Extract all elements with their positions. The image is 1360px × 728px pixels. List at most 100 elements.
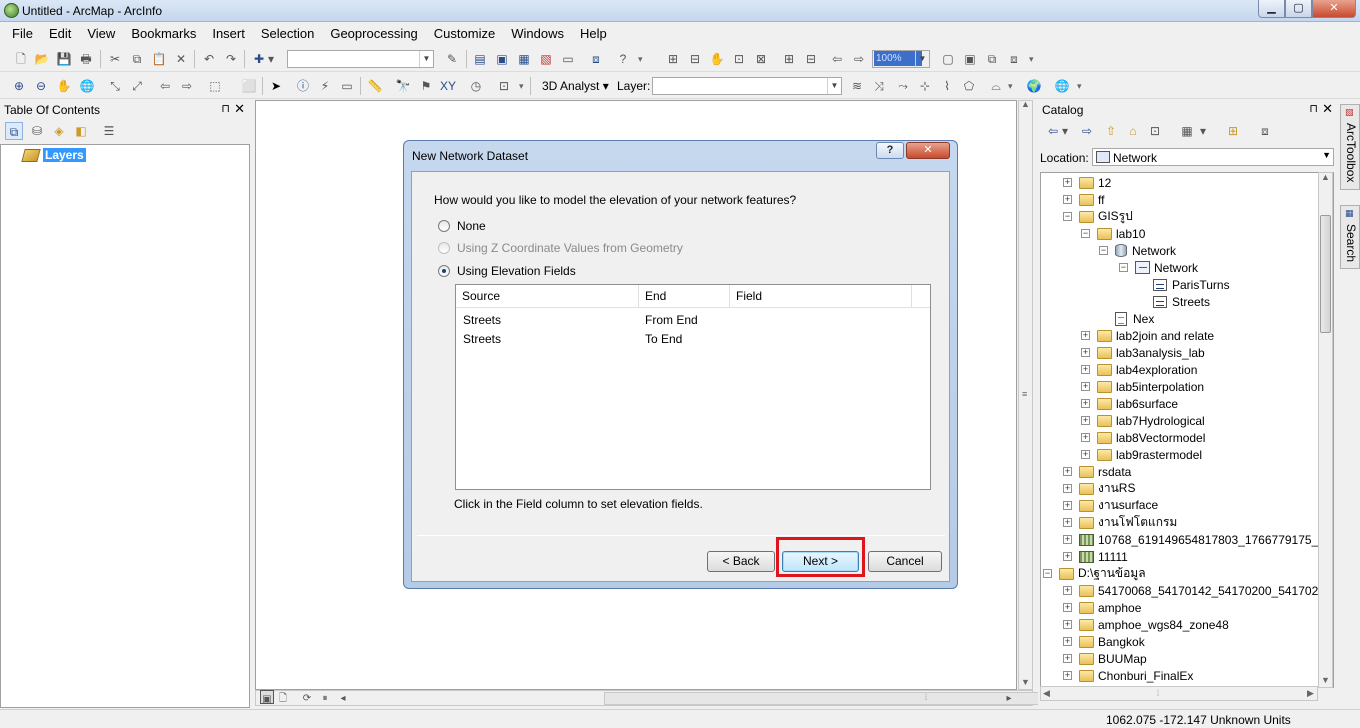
select-elements-icon[interactable]: ➤: [267, 77, 285, 95]
tree-expander[interactable]: +: [1081, 433, 1090, 442]
interpolate-point-icon[interactable]: ⊹: [916, 77, 934, 95]
time-slider-icon[interactable]: ◷: [467, 77, 485, 95]
menu-help[interactable]: Help: [572, 23, 615, 45]
measure-icon[interactable]: 📏: [366, 77, 384, 95]
catalog-tree-item[interactable]: Chonburi_FinalEx: [1079, 667, 1193, 684]
add-data-dropdown-icon[interactable]: ▾: [266, 50, 276, 68]
close-button[interactable]: ✕: [1312, 0, 1356, 18]
list-by-drawing-order-icon[interactable]: ⧉: [5, 122, 23, 140]
open-folder-icon[interactable]: 📂: [33, 50, 51, 68]
print-icon[interactable]: 🖶: [77, 50, 95, 68]
tree-expander[interactable]: +: [1063, 654, 1072, 663]
toc-pin-icon[interactable]: ⊓: [221, 102, 230, 115]
catalog-scroll-thumb[interactable]: [1320, 215, 1331, 333]
tree-expander[interactable]: +: [1063, 586, 1072, 595]
data-driven-pages-icon[interactable]: ⧈: [1005, 50, 1023, 68]
row1-field[interactable]: [736, 313, 886, 327]
catalog-tree-item[interactable]: amphoe_wgs84_zone48: [1079, 616, 1229, 633]
hyperlink-icon[interactable]: ⚡: [316, 77, 334, 95]
tree-expander[interactable]: −: [1043, 569, 1052, 578]
layers-data-frame[interactable]: Layers: [21, 148, 86, 162]
row1-end[interactable]: From End: [645, 313, 698, 327]
go-to-xy-icon[interactable]: XY: [439, 77, 457, 95]
catalog-vertical-scrollbar[interactable]: ▲ ▼: [1318, 172, 1333, 688]
tree-expander[interactable]: +: [1063, 603, 1072, 612]
full-extent-icon[interactable]: 🌐: [78, 77, 96, 95]
zoom-in-icon[interactable]: ⊕: [10, 77, 28, 95]
fixed-zoom-out-icon[interactable]: ⊟: [802, 50, 820, 68]
zoom-100-icon[interactable]: ⊠: [752, 50, 770, 68]
contour-icon[interactable]: ≋: [848, 77, 866, 95]
zoom-in-fixed-icon[interactable]: ⊞: [664, 50, 682, 68]
tree-expander[interactable]: +: [1063, 178, 1072, 187]
catalog-tree-item[interactable]: Network: [1115, 242, 1176, 259]
change-layout-icon[interactable]: ⧉: [983, 50, 1001, 68]
menu-selection[interactable]: Selection: [253, 23, 322, 45]
catalog-tree-item[interactable]: D:\ฐานข้อมูล: [1059, 565, 1146, 582]
scroll-left-icon[interactable]: ◂: [336, 690, 350, 704]
zoom-out-fixed-icon[interactable]: ⊟: [686, 50, 704, 68]
3d-analyst-menu[interactable]: 3D Analyst ▾: [542, 79, 609, 93]
clear-selection-icon[interactable]: ⬜: [240, 77, 258, 95]
forward-arrow-icon[interactable]: ⇨: [1078, 122, 1096, 140]
home-icon[interactable]: ⌂: [1124, 122, 1142, 140]
identify-icon[interactable]: ⓘ: [294, 77, 312, 95]
fixed-zoom-out-icon-2[interactable]: ⤢: [128, 77, 146, 95]
menu-view[interactable]: View: [79, 23, 123, 45]
catalog-tree-item[interactable]: Bangkok: [1079, 633, 1145, 650]
steepest-path-icon[interactable]: ⤨: [870, 77, 888, 95]
up-one-level-icon[interactable]: ⇧: [1102, 122, 1120, 140]
catalog-tree-item[interactable]: Network: [1135, 259, 1198, 276]
menu-insert[interactable]: Insert: [204, 23, 253, 45]
row1-source[interactable]: Streets: [463, 313, 501, 327]
tree-expander[interactable]: −: [1063, 212, 1072, 221]
map-scale-combo[interactable]: ▼: [287, 50, 434, 68]
catalog-tree-item[interactable]: lab7Hydrological: [1097, 412, 1205, 429]
toc-close-icon[interactable]: ✕: [234, 101, 245, 117]
catalog-tree-item[interactable]: rsdata: [1079, 463, 1131, 480]
list-by-selection-icon[interactable]: ◧: [72, 122, 90, 140]
line-of-sight-icon[interactable]: ⤳: [894, 77, 912, 95]
zoom-out-icon[interactable]: ⊖: [32, 77, 50, 95]
tree-expander[interactable]: +: [1081, 365, 1090, 374]
catalog-close-icon[interactable]: ✕: [1322, 101, 1333, 117]
whats-this-icon[interactable]: ?: [614, 50, 632, 68]
tree-expander[interactable]: +: [1081, 416, 1090, 425]
catalog-tree-item[interactable]: 10768_619149654817803_1766779175_n: [1079, 531, 1325, 548]
go-forward-icon[interactable]: ⇨: [178, 77, 196, 95]
back-dropdown-icon[interactable]: ▾: [1060, 122, 1070, 140]
arcglobe-icon[interactable]: 🌐: [1053, 77, 1071, 95]
pause-drawing-icon[interactable]: ⏸: [318, 690, 332, 704]
find-icon[interactable]: 🔭: [394, 77, 412, 95]
forward-extent-icon[interactable]: ⇨: [850, 50, 868, 68]
arctoolbox-icon[interactable]: ▧: [537, 50, 555, 68]
pan-icon[interactable]: ✋: [55, 77, 73, 95]
tree-expander[interactable]: −: [1099, 246, 1108, 255]
layout-view-icon[interactable]: 🗋: [276, 690, 290, 704]
catalog-horizontal-scrollbar[interactable]: ◀ ⦙ ▶: [1040, 686, 1318, 701]
view-options-icon[interactable]: ▦: [1178, 122, 1196, 140]
catalog-tree-item[interactable]: BUUMap: [1079, 650, 1147, 667]
catalog-tree-item[interactable]: งานRS: [1079, 480, 1135, 497]
maximize-button[interactable]: ▢: [1285, 0, 1312, 18]
toggle-draft-icon[interactable]: ▢: [939, 50, 957, 68]
pan-page-icon[interactable]: ✋: [708, 50, 726, 68]
select-features-icon[interactable]: ⬚: [206, 77, 224, 95]
back-button[interactable]: < Back: [707, 551, 775, 572]
radio-none[interactable]: [438, 220, 450, 232]
map-vertical-scrollbar[interactable]: ▲ ≡ ▼: [1018, 99, 1033, 690]
find-route-icon[interactable]: ⚑: [417, 77, 435, 95]
toggle-contents-panel-icon[interactable]: ⧈: [1256, 122, 1274, 140]
arcscene-icon[interactable]: 🌍: [1025, 77, 1043, 95]
tree-expander[interactable]: +: [1063, 467, 1072, 476]
menu-file[interactable]: File: [4, 23, 41, 45]
catalog-tree-item[interactable]: ParisTurns: [1153, 276, 1230, 293]
connect-folder-icon[interactable]: ⊡: [1146, 122, 1164, 140]
paste-icon[interactable]: 📋: [150, 50, 168, 68]
menu-geoprocessing[interactable]: Geoprocessing: [322, 23, 425, 45]
tree-expander[interactable]: +: [1081, 331, 1090, 340]
catalog-tree-item[interactable]: งานsurface: [1079, 497, 1158, 514]
row2-end[interactable]: To End: [645, 332, 682, 346]
back-extent-icon[interactable]: ⇦: [828, 50, 846, 68]
row2-field[interactable]: [736, 332, 886, 346]
